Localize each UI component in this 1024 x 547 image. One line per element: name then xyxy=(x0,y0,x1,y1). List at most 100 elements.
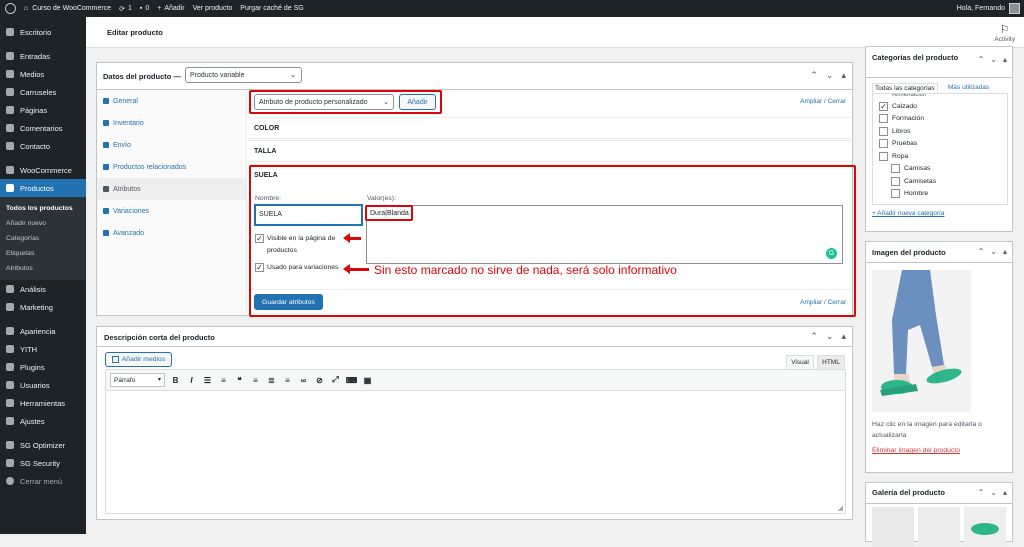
category-item[interactable]: Pruebas xyxy=(879,138,1007,151)
move-down-icon[interactable]: ⌄ xyxy=(990,55,997,64)
move-down-icon[interactable]: ⌄ xyxy=(826,331,834,342)
updates-link[interactable]: ⟳ 1 xyxy=(119,5,132,13)
menu-contacto[interactable]: Contacto xyxy=(0,137,86,155)
tab-all-categories[interactable]: Todas las categorías xyxy=(872,83,938,93)
category-item[interactable]: Hombre xyxy=(891,188,1007,201)
category-checkbox[interactable] xyxy=(891,189,900,199)
gallery-thumbnail[interactable] xyxy=(918,507,960,547)
product-type-select[interactable]: Producto variable ⌄ xyxy=(185,67,302,83)
comments-link[interactable]: ▪ 0 xyxy=(140,5,149,12)
menu-entradas[interactable]: Entradas xyxy=(0,47,86,65)
tab-envio[interactable]: Envío xyxy=(97,134,246,156)
category-checkbox[interactable] xyxy=(891,164,900,174)
format-select[interactable]: Párrafo ▾ xyxy=(110,373,165,387)
category-checkbox[interactable] xyxy=(879,151,888,161)
bullet-list-icon[interactable]: ☰ xyxy=(202,375,213,386)
menu-sg-optimizer[interactable]: SG Optimizer xyxy=(0,436,86,454)
submenu-todos-productos[interactable]: Todos los productos xyxy=(0,201,86,216)
add-media-button[interactable]: Añadir medios xyxy=(105,352,172,367)
tab-inventario[interactable]: Inventario xyxy=(97,112,246,134)
menu-carruseles[interactable]: Carruseles xyxy=(0,83,86,101)
align-left-icon[interactable]: ≡ xyxy=(250,375,261,386)
site-home-link[interactable]: ⌂ Curso de WooCommerce xyxy=(24,5,111,12)
menu-woocommerce[interactable]: WooCommerce xyxy=(0,161,86,179)
tab-productos-relacionados[interactable]: Productos relacionados xyxy=(97,156,246,178)
tab-visual[interactable]: Visual xyxy=(786,355,814,369)
resize-handle-icon[interactable]: ◢ xyxy=(838,504,843,512)
menu-analisis[interactable]: Análisis xyxy=(0,280,86,298)
menu-herramientas[interactable]: Herramientas xyxy=(0,394,86,412)
menu-sg-security[interactable]: SG Security xyxy=(0,454,86,472)
category-item[interactable]: Formación xyxy=(879,113,1007,126)
submenu-atributos[interactable]: Atributos xyxy=(0,261,86,276)
menu-medios[interactable]: Medios xyxy=(0,65,86,83)
toggle-panel-icon[interactable]: ▴ xyxy=(1003,55,1007,64)
link-icon[interactable]: ∞ xyxy=(298,375,309,386)
attribute-row-talla[interactable]: TALLA xyxy=(248,140,852,162)
menu-comentarios[interactable]: Comentarios xyxy=(0,119,86,137)
menu-yith[interactable]: YITH xyxy=(0,340,86,358)
wordpress-logo-icon[interactable] xyxy=(5,3,16,14)
menu-paginas[interactable]: Páginas xyxy=(0,101,86,119)
menu-productos[interactable]: Productos xyxy=(0,179,86,197)
blockquote-icon[interactable]: ❝ xyxy=(234,375,245,386)
menu-escritorio[interactable]: Escritorio xyxy=(0,23,86,41)
menu-usuarios[interactable]: Usuarios xyxy=(0,376,86,394)
category-item[interactable]: Camisetas xyxy=(891,175,1007,188)
move-down-icon[interactable]: ⌄ xyxy=(990,488,997,497)
submenu-categorias[interactable]: Categorías xyxy=(0,231,86,246)
menu-plugins[interactable]: Plugins xyxy=(0,358,86,376)
tab-html[interactable]: HTML xyxy=(817,355,845,369)
menu-apariencia[interactable]: Apariencia xyxy=(0,322,86,340)
view-product-link[interactable]: Ver producto xyxy=(193,5,233,12)
menu-ajustes[interactable]: Ajustes xyxy=(0,412,86,430)
category-item[interactable]: Ropa xyxy=(879,150,1007,163)
tab-general[interactable]: General xyxy=(97,90,246,112)
toggle-panel-icon[interactable]: ▴ xyxy=(1003,247,1007,256)
category-checkbox[interactable] xyxy=(879,139,888,149)
toggle-panel-icon[interactable]: ▴ xyxy=(1003,488,1007,497)
tab-most-used[interactable]: Más utilizadas xyxy=(948,84,989,91)
expand-collapse-link[interactable]: Ampliar / Cerrar xyxy=(800,98,846,105)
move-up-icon[interactable]: ⌃ xyxy=(978,488,985,497)
menu-marketing[interactable]: Marketing xyxy=(0,298,86,316)
align-right-icon[interactable]: ≡ xyxy=(282,375,293,386)
category-checkbox[interactable] xyxy=(879,126,888,136)
category-checkbox[interactable] xyxy=(879,114,888,124)
align-center-icon[interactable]: ≣ xyxy=(266,375,277,386)
category-item[interactable]: Camisas xyxy=(891,163,1007,176)
move-down-icon[interactable]: ⌄ xyxy=(990,247,997,256)
tab-variaciones[interactable]: Variaciones xyxy=(97,200,246,222)
move-down-icon[interactable]: ⌄ xyxy=(826,70,834,81)
category-checkbox[interactable]: ✓ xyxy=(879,101,888,111)
category-checkbox[interactable] xyxy=(891,176,900,186)
toggle-panel-icon[interactable]: ▴ xyxy=(841,331,846,342)
product-image[interactable] xyxy=(872,270,971,412)
toolbar-toggle-icon[interactable]: ▦ xyxy=(362,375,373,386)
tab-avanzado[interactable]: Avanzado xyxy=(97,222,246,244)
purge-cache-link[interactable]: Purgar caché de SG xyxy=(240,5,303,12)
bold-icon[interactable]: B xyxy=(170,375,181,386)
move-up-icon[interactable]: ⌃ xyxy=(810,70,818,81)
keyboard-icon[interactable]: ⌨ xyxy=(346,375,358,386)
unlink-icon[interactable]: ⊘ xyxy=(314,375,325,386)
attribute-row-color[interactable]: COLOR xyxy=(248,117,852,139)
move-up-icon[interactable]: ⌃ xyxy=(810,331,818,342)
gallery-thumbnail[interactable] xyxy=(872,507,914,547)
tab-atributos[interactable]: Atributos xyxy=(97,178,246,200)
category-item[interactable]: Libros xyxy=(879,125,1007,138)
fullscreen-icon[interactable]: ⤢ xyxy=(330,375,341,386)
move-up-icon[interactable]: ⌃ xyxy=(978,55,985,64)
account-menu[interactable]: Hola, Fernando xyxy=(957,3,1020,14)
remove-image-link[interactable]: Eliminar imagen del producto xyxy=(872,447,960,454)
numbered-list-icon[interactable]: ≡ xyxy=(218,375,229,386)
move-up-icon[interactable]: ⌃ xyxy=(978,247,985,256)
submenu-etiquetas[interactable]: Etiquetas xyxy=(0,246,86,261)
menu-collapse[interactable]: Cerrar menú xyxy=(0,472,86,490)
editor-area[interactable]: ◢ xyxy=(105,391,846,514)
activity-button[interactable]: ⚐ Activity xyxy=(994,23,1015,43)
gallery-thumbnail[interactable] xyxy=(964,507,1006,547)
toggle-panel-icon[interactable]: ▴ xyxy=(841,70,846,81)
add-category-link[interactable]: + Añadir nueva categoría xyxy=(872,210,944,217)
italic-icon[interactable]: I xyxy=(186,375,197,386)
